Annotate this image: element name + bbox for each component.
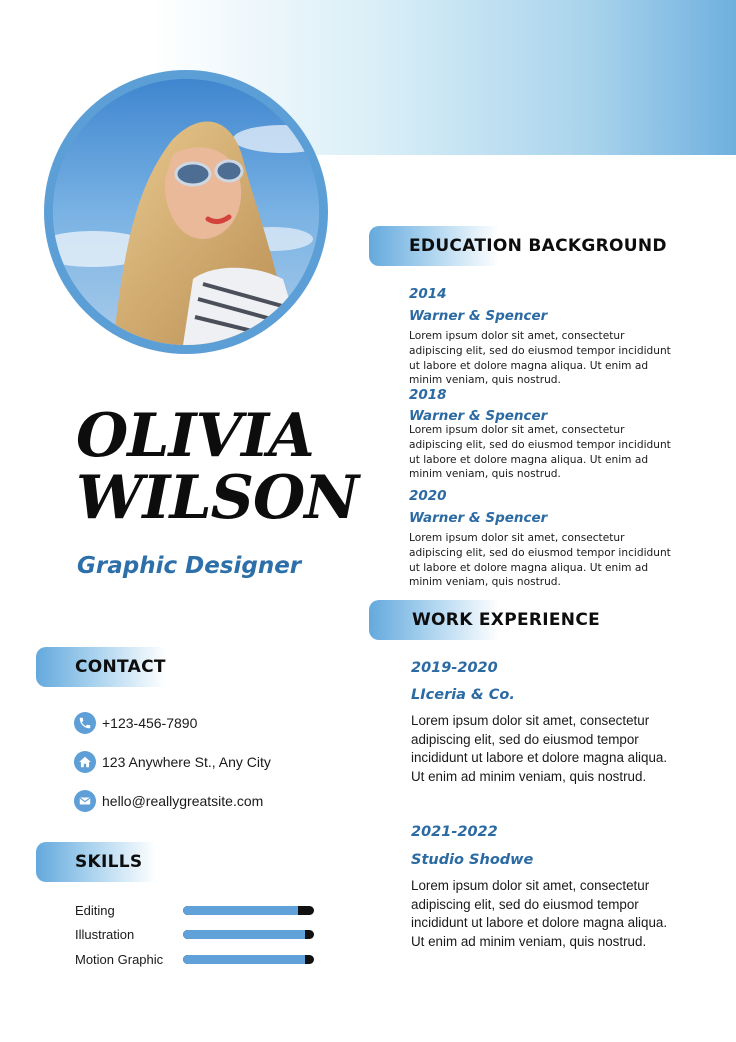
education-org: Warner & Spencer bbox=[409, 308, 548, 324]
work-desc: Lorem ipsum dolor sit amet, consectetur … bbox=[411, 713, 668, 785]
first-name: OLIVIA bbox=[76, 401, 315, 471]
skill-label: Illustration bbox=[75, 927, 135, 942]
contact-address: 123 Anywhere St., Any City bbox=[74, 751, 271, 773]
email-icon bbox=[74, 790, 96, 812]
skill-bar-fill bbox=[183, 930, 305, 939]
skill-bar bbox=[183, 906, 314, 915]
skill-bar-fill bbox=[183, 955, 305, 964]
last-name: WILSON bbox=[76, 463, 359, 533]
education-year: 2014 bbox=[409, 286, 447, 302]
education-year: 2018 bbox=[409, 387, 447, 403]
education-heading: EDUCATION BACKGROUND bbox=[409, 236, 667, 256]
work-years: 2019-2020 bbox=[411, 660, 498, 676]
phone-icon bbox=[74, 712, 96, 734]
skill-bar-fill bbox=[183, 906, 299, 915]
contact-phone: +123-456-7890 bbox=[74, 712, 197, 734]
email-text: hello@reallygreatsite.com bbox=[102, 793, 264, 809]
education-desc: Lorem ipsum dolor sit amet, consectetur … bbox=[409, 424, 671, 481]
contact-email: hello@reallygreatsite.com bbox=[74, 790, 263, 812]
skill-label: Editing bbox=[75, 903, 115, 918]
home-icon bbox=[74, 751, 96, 773]
education-desc: Lorem ipsum dolor sit amet, consectetur … bbox=[409, 532, 671, 589]
education-org: Warner & Spencer bbox=[409, 408, 548, 424]
education-desc: Lorem ipsum dolor sit amet, consectetur … bbox=[409, 330, 671, 387]
phone-text: +123-456-7890 bbox=[102, 715, 198, 731]
skill-bar bbox=[183, 955, 314, 964]
work-desc: Lorem ipsum dolor sit amet, consectetur … bbox=[411, 878, 668, 950]
education-year: 2020 bbox=[409, 488, 447, 504]
skill-label: Motion Graphic bbox=[75, 952, 164, 967]
address-text: 123 Anywhere St., Any City bbox=[102, 754, 271, 770]
work-heading: WORK EXPERIENCE bbox=[412, 610, 601, 630]
education-org: Warner & Spencer bbox=[409, 510, 548, 526]
work-years: 2021-2022 bbox=[411, 824, 498, 840]
full-name: OLIVIA WILSON bbox=[76, 401, 359, 533]
profile-photo bbox=[53, 79, 319, 345]
skill-bar bbox=[183, 930, 314, 939]
work-org: LIceria & Co. bbox=[411, 687, 515, 703]
job-title: Graphic Designer bbox=[77, 553, 302, 579]
contact-heading: CONTACT bbox=[75, 657, 166, 677]
work-org: Studio Shodwe bbox=[411, 852, 534, 868]
skills-heading: SKILLS bbox=[75, 852, 143, 872]
